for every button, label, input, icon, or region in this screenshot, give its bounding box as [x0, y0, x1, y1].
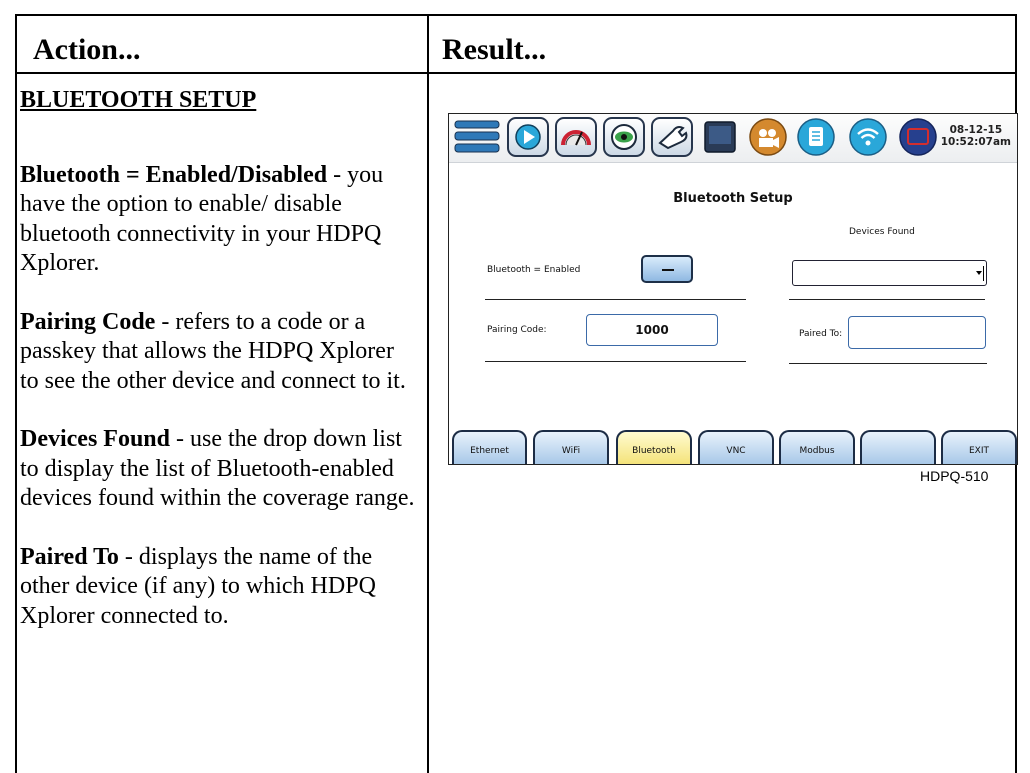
clock-date: 08-12-15	[949, 124, 1003, 136]
figure-caption: HDPQ-510	[920, 468, 989, 484]
bluetooth-toggle-button[interactable]	[641, 255, 693, 283]
action-column: BLUETOOTH SETUP Bluetooth = Enabled/Disa…	[20, 86, 418, 660]
paired-to-field[interactable]	[848, 316, 986, 349]
header-result: Result...	[442, 33, 547, 66]
item-term: Bluetooth = Enabled/Disabled	[20, 161, 328, 188]
devices-found-label: Devices Found	[849, 227, 915, 237]
dropdown-divider	[983, 266, 984, 281]
tab-blank[interactable]	[860, 430, 936, 464]
wrench-icon[interactable]	[651, 117, 693, 157]
tab-bluetooth[interactable]: Bluetooth	[616, 430, 692, 464]
minus-icon	[662, 269, 674, 271]
tab-modbus[interactable]: Modbus	[779, 430, 855, 464]
item-pairing-code: Pairing Code - refers to a code or a pas…	[20, 308, 418, 397]
eye-icon[interactable]	[603, 117, 645, 157]
pairing-code-field[interactable]: 1000	[586, 314, 718, 346]
header-action: Action...	[33, 33, 141, 66]
table-header-divider	[15, 72, 1017, 74]
device-toolbar: 08-12-15 10:52:07am	[449, 114, 1017, 163]
chevron-down-icon	[976, 271, 982, 275]
item-paired-to: Paired To - displays the name of the oth…	[20, 543, 418, 632]
tab-wifi[interactable]: WiFi	[533, 430, 609, 464]
item-term: Devices Found	[20, 426, 170, 452]
separator-right-2	[789, 363, 987, 364]
table-border-top	[15, 14, 1017, 16]
device-clock: 08-12-15 10:52:07am	[941, 124, 1011, 148]
document-icon[interactable]	[795, 117, 837, 157]
item-devices-found: Devices Found - use the drop down list t…	[20, 425, 418, 514]
tab-exit[interactable]: EXIT	[941, 430, 1017, 464]
device-screenshot: 08-12-15 10:52:07am Bluetooth Setup Devi…	[448, 113, 1018, 465]
device-tab-bar: Ethernet WiFi Bluetooth VNC Modbus EXIT	[449, 430, 1017, 464]
tab-vnc[interactable]: VNC	[698, 430, 774, 464]
separator-left-1	[485, 299, 746, 300]
separator-left-2	[485, 361, 746, 362]
item-term: Pairing Code	[20, 308, 156, 335]
menu-icon[interactable]	[453, 117, 501, 157]
bluetooth-status-label: Bluetooth = Enabled	[487, 265, 581, 275]
item-term: Paired To	[20, 543, 119, 570]
section-title: BLUETOOTH SETUP	[20, 87, 257, 113]
wifi-icon[interactable]	[847, 117, 889, 157]
table-border-left	[15, 14, 17, 773]
separator-right-1	[789, 299, 985, 300]
devices-found-dropdown[interactable]	[792, 260, 987, 286]
monitor-icon[interactable]	[699, 117, 741, 157]
clock-time: 10:52:07am	[940, 136, 1011, 148]
meter-icon[interactable]	[555, 117, 597, 157]
table-border-middle	[427, 14, 429, 773]
camera-icon[interactable]	[747, 117, 789, 157]
item-bluetooth: Bluetooth = Enabled/Disabled - you have …	[20, 161, 418, 279]
pairing-code-label: Pairing Code:	[487, 325, 547, 335]
play-icon[interactable]	[507, 117, 549, 157]
tab-ethernet[interactable]: Ethernet	[452, 430, 527, 464]
screen-title: Bluetooth Setup	[673, 191, 793, 206]
screen-icon[interactable]	[897, 117, 939, 157]
paired-to-label: Paired To:	[799, 329, 843, 339]
